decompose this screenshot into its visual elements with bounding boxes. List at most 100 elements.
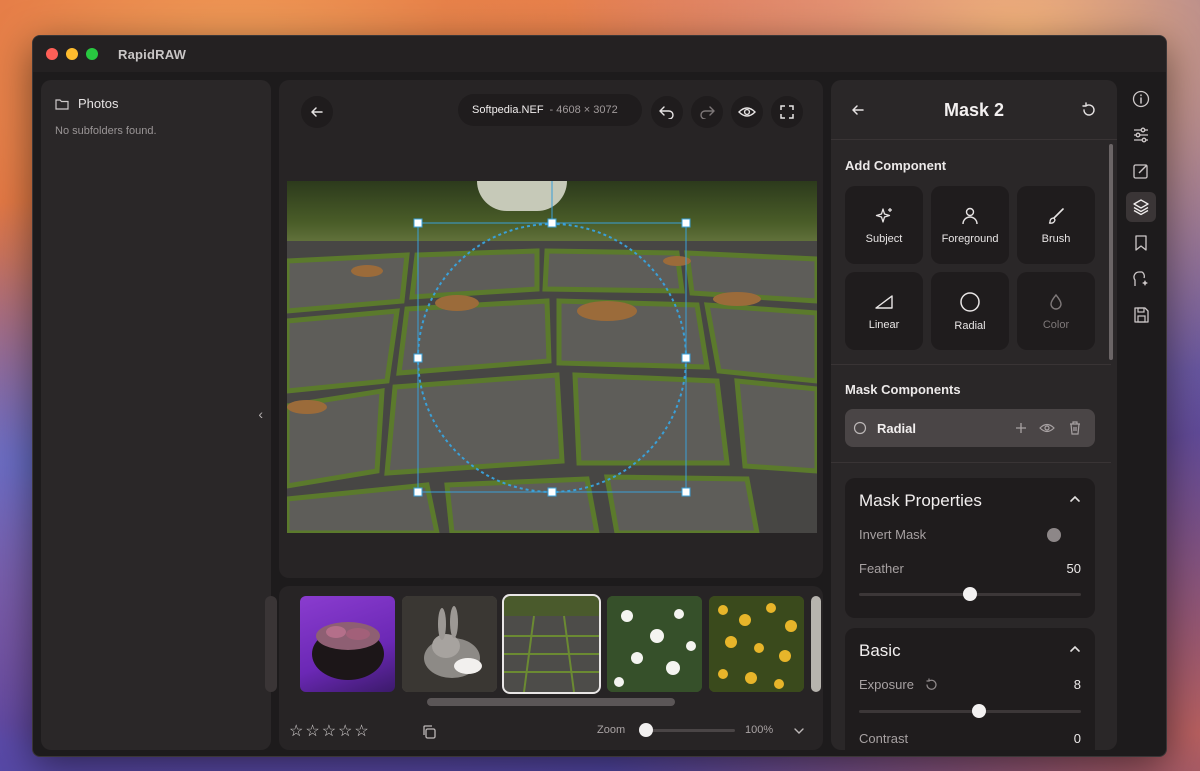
- window-controls: [46, 48, 98, 60]
- component-label: Brush: [1041, 232, 1071, 245]
- thumbnail[interactable]: [402, 596, 497, 692]
- zoom-slider-track[interactable]: [645, 729, 735, 732]
- zoom-label: Zoom: [597, 724, 626, 736]
- chevron-up-icon[interactable]: [1069, 644, 1081, 654]
- exposure-slider-handle[interactable]: [971, 704, 986, 718]
- file-name: Softpedia.NEF: [472, 104, 544, 116]
- mask-panel-scrollbar[interactable]: [1109, 144, 1113, 360]
- thumbnail[interactable]: [709, 596, 804, 692]
- exposure-value: 8: [1073, 677, 1081, 692]
- chevron-up-icon[interactable]: [1069, 494, 1081, 504]
- export-button[interactable]: [1126, 300, 1156, 330]
- filmstrip-footer: ☆ ☆ ☆ ☆ ☆ Zoom 100%: [279, 716, 823, 746]
- thumbnail[interactable]: [607, 596, 702, 692]
- brush-icon: [1048, 207, 1064, 224]
- reset-icon[interactable]: [925, 678, 938, 691]
- component-label: Foreground: [941, 232, 999, 245]
- star-icon[interactable]: ☆: [305, 721, 319, 741]
- filmstrip: ☆ ☆ ☆ ☆ ☆ Zoom 100%: [265, 586, 823, 750]
- folder-panel: Photos No subfolders found. ‹: [41, 80, 271, 750]
- invert-mask-label: Invert Mask: [859, 527, 927, 542]
- ai-button[interactable]: [1126, 264, 1156, 294]
- add-linear-button[interactable]: Linear: [845, 272, 923, 350]
- exposure-slider-track[interactable]: [859, 710, 1081, 713]
- close-window-button[interactable]: [46, 48, 58, 60]
- thumbnail-partial-right[interactable]: [811, 596, 821, 692]
- reset-icon[interactable]: [1081, 102, 1097, 118]
- thumbnail-image: [504, 596, 599, 692]
- copy-icon[interactable]: [421, 724, 437, 740]
- thumbnail[interactable]: [300, 596, 395, 692]
- add-brush-button[interactable]: Brush: [1017, 186, 1095, 264]
- thumbnail-image: [709, 596, 804, 692]
- add-subject-button[interactable]: Subject: [845, 186, 923, 264]
- undo-button[interactable]: [651, 96, 683, 128]
- component-label: Linear: [868, 318, 900, 331]
- redo-icon: [700, 106, 715, 119]
- mask-item-radial[interactable]: Radial: [845, 409, 1095, 447]
- trash-icon[interactable]: [1069, 421, 1081, 435]
- feather-slider-handle[interactable]: [963, 587, 977, 601]
- add-radial-button[interactable]: Radial: [931, 272, 1009, 350]
- back-button[interactable]: [301, 96, 333, 128]
- component-label: Subject: [865, 232, 903, 245]
- photo-canvas[interactable]: [287, 181, 817, 533]
- thumbnail-partial-left[interactable]: [265, 596, 277, 692]
- app-title: RapidRAW: [118, 46, 187, 62]
- filmstrip-scrollbar[interactable]: [427, 698, 675, 706]
- mask-properties-card: Mask Properties Invert Mask Feather 50: [845, 478, 1095, 618]
- star-icon[interactable]: ☆: [354, 721, 368, 741]
- thumbnail-image: [402, 596, 497, 692]
- radial-mask-overlay[interactable]: [287, 181, 817, 533]
- add-color-button[interactable]: Color: [1017, 272, 1095, 350]
- invert-mask-toggle[interactable]: [1047, 528, 1061, 542]
- eye-icon: [738, 107, 756, 117]
- folder-root[interactable]: Photos: [55, 96, 271, 111]
- presets-button[interactable]: [1126, 228, 1156, 258]
- component-label: Radial: [954, 319, 986, 332]
- eye-icon[interactable]: [1039, 422, 1055, 434]
- add-component-label: Add Component: [845, 158, 947, 173]
- chevron-down-icon[interactable]: [793, 726, 805, 736]
- folder-icon: [55, 98, 69, 110]
- linear-gradient-icon: [875, 294, 893, 309]
- star-icon[interactable]: ☆: [322, 721, 336, 741]
- basic-title: Basic: [859, 641, 901, 660]
- thumbnail-image: [607, 596, 702, 692]
- preview-toggle-button[interactable]: [731, 96, 763, 128]
- mask-panel: Mask 2 Add Component Subject Foreground: [831, 80, 1117, 750]
- info-button[interactable]: [1126, 84, 1156, 114]
- adjustments-button[interactable]: [1126, 120, 1156, 150]
- adjustments-icon: [1134, 127, 1148, 143]
- add-foreground-button[interactable]: Foreground: [931, 186, 1009, 264]
- circle-icon: [960, 291, 980, 312]
- collapse-panel-icon[interactable]: ‹: [258, 406, 263, 422]
- mask-properties-title: Mask Properties: [859, 491, 982, 510]
- zoom-slider-handle[interactable]: [639, 723, 653, 737]
- star-icon[interactable]: ☆: [289, 721, 303, 741]
- mask-item-label: Radial: [877, 420, 917, 436]
- mask-components-label: Mask Components: [845, 382, 961, 397]
- tool-rail: [1123, 80, 1159, 750]
- plus-icon[interactable]: [1015, 422, 1027, 434]
- maximize-window-button[interactable]: [86, 48, 98, 60]
- masks-button[interactable]: [1126, 192, 1156, 222]
- redo-button[interactable]: [691, 96, 723, 128]
- star-icon[interactable]: ☆: [338, 721, 352, 741]
- folder-root-label: Photos: [78, 96, 119, 111]
- thumbnail-selected[interactable]: [502, 594, 601, 694]
- rating-stars[interactable]: ☆ ☆ ☆ ☆ ☆: [289, 721, 369, 741]
- divider: [831, 364, 1111, 365]
- contrast-value: 0: [1073, 731, 1081, 746]
- minimize-window-button[interactable]: [66, 48, 78, 60]
- sparkles-icon: [875, 207, 892, 223]
- edit-icon: [1133, 164, 1148, 179]
- mask-panel-header: Mask 2: [831, 80, 1117, 140]
- exposure-label: Exposure: [859, 677, 914, 692]
- feather-label: Feather: [859, 561, 904, 576]
- crop-edit-button[interactable]: [1126, 156, 1156, 186]
- fullscreen-button[interactable]: [771, 96, 803, 128]
- thumbnail-image: [312, 622, 384, 680]
- divider: [831, 462, 1111, 463]
- image-dimensions: - 4608 × 3072: [549, 104, 618, 116]
